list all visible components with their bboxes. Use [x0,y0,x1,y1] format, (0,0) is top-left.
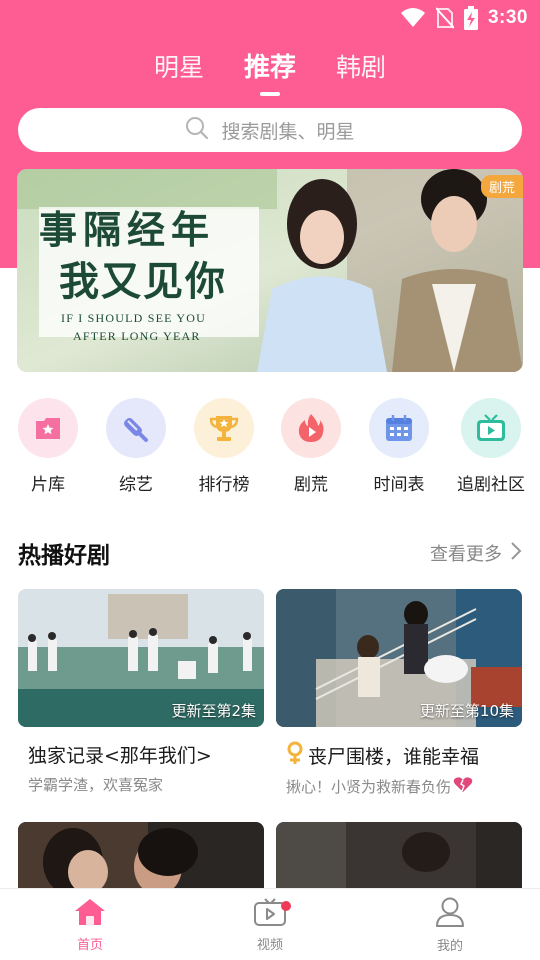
flame-icon [281,398,341,458]
category-label: 时间表 [373,475,425,495]
status-time: 3:30 [487,7,528,28]
drama-card-title: 丧尸围楼，谁能幸福 [276,741,522,770]
broken-heart-icon [453,776,473,797]
tv-icon [461,398,521,458]
see-more-link[interactable]: 查看更多 [430,540,522,566]
nav-label: 首页 [76,937,103,953]
app-screen: 3:30 明星 推荐 韩剧 搜索剧集、明星 事隔经年 我又见你 IF I SHO… [0,0,540,960]
nav-video[interactable]: 视频 [180,889,360,960]
notification-dot [281,901,291,911]
wifi-icon [400,8,426,28]
category-schedule[interactable]: 时间表 [355,398,443,495]
banner-title-line1: 事隔经年 [39,207,216,252]
drama-card-thumbnail: 更新至第2集 [18,589,264,727]
chevron-right-icon [510,541,522,566]
drama-card-partial[interactable] [18,822,264,892]
top-tabs: 明星 推荐 韩剧 [0,48,540,98]
category-label: 追剧社区 [457,475,525,495]
category-label: 剧荒 [294,475,328,495]
drama-card-subtitle: 学霸学渣，欢喜冤家 [18,774,264,795]
trophy-icon [194,398,254,458]
category-community[interactable]: 追剧社区 [447,398,535,495]
category-variety[interactable]: 综艺 [92,398,180,495]
category-label: 片库 [31,475,65,495]
search-placeholder: 搜索剧集、明星 [221,120,355,143]
banner-title-line2: 我又见你 [59,258,227,305]
category-ranking[interactable]: 排行榜 [180,398,268,495]
banner-english-line2: AFTER LONG YEAR [73,329,201,343]
film-library-icon [18,398,78,458]
calendar-icon [369,398,429,458]
female-symbol-icon [286,741,304,770]
banner-tag: 剧荒 [480,175,523,198]
search-bar[interactable]: 搜索剧集、明星 [18,108,522,152]
see-more-label: 查看更多 [430,544,502,565]
category-film-library[interactable]: 片库 [4,398,92,495]
drama-title-text: 独家记录<那年我们> [28,745,212,767]
search-icon [185,116,209,144]
episode-badge: 更新至第2集 [171,702,256,720]
nav-profile[interactable]: 我的 [360,889,540,960]
microphone-icon [106,398,166,458]
no-sim-icon [435,7,454,29]
nav-label: 视频 [256,937,283,953]
tab-stars[interactable]: 明星 [154,48,204,92]
category-row: 片库 综艺 排行榜 剧荒 时间表 追剧社区 [0,398,540,498]
section-title: 热播好剧 [18,543,110,569]
battery-charging-icon [463,6,478,30]
drama-card-thumbnail [18,822,264,892]
nav-label: 我的 [436,938,463,954]
drama-card-thumbnail: 更新至第10集 [276,589,522,727]
drama-card-title: 独家记录<那年我们> [18,741,264,768]
drama-title-text: 丧尸围楼，谁能幸福 [308,746,480,768]
drama-card[interactable]: 更新至第2集 独家记录<那年我们> 学霸学渣，欢喜冤家 [18,589,264,795]
category-label: 综艺 [119,475,153,495]
drama-card-subtitle: 揪心！小贤为救新春负伤 [276,776,522,797]
drama-card-partial[interactable] [276,822,522,892]
tab-recommended[interactable]: 推荐 [244,48,296,96]
banner-english-line1: IF I SHOULD SEE YOU [61,311,207,325]
drama-card[interactable]: 更新至第10集 丧尸围楼，谁能幸福 揪心！小贤为救新春负伤 [276,589,522,797]
bottom-navigation: 首页 视频 我的 [0,888,540,960]
drama-card-thumbnail [276,822,522,892]
category-label: 排行榜 [198,475,250,495]
nav-home[interactable]: 首页 [0,889,180,960]
home-icon [73,897,107,931]
hero-banner[interactable]: 事隔经年 我又见你 IF I SHOULD SEE YOU AFTER LONG… [17,169,523,372]
status-bar: 3:30 [0,0,540,36]
tab-korean-drama[interactable]: 韩剧 [336,48,386,92]
drama-subtitle-text: 学霸学渣，欢喜冤家 [28,776,164,794]
episode-badge: 更新至第10集 [419,702,514,720]
category-drama-shortage[interactable]: 剧荒 [267,398,355,495]
drama-subtitle-text: 揪心！小贤为救新春负伤 [286,778,452,796]
user-icon [435,896,465,932]
status-icons: 3:30 [400,6,528,30]
